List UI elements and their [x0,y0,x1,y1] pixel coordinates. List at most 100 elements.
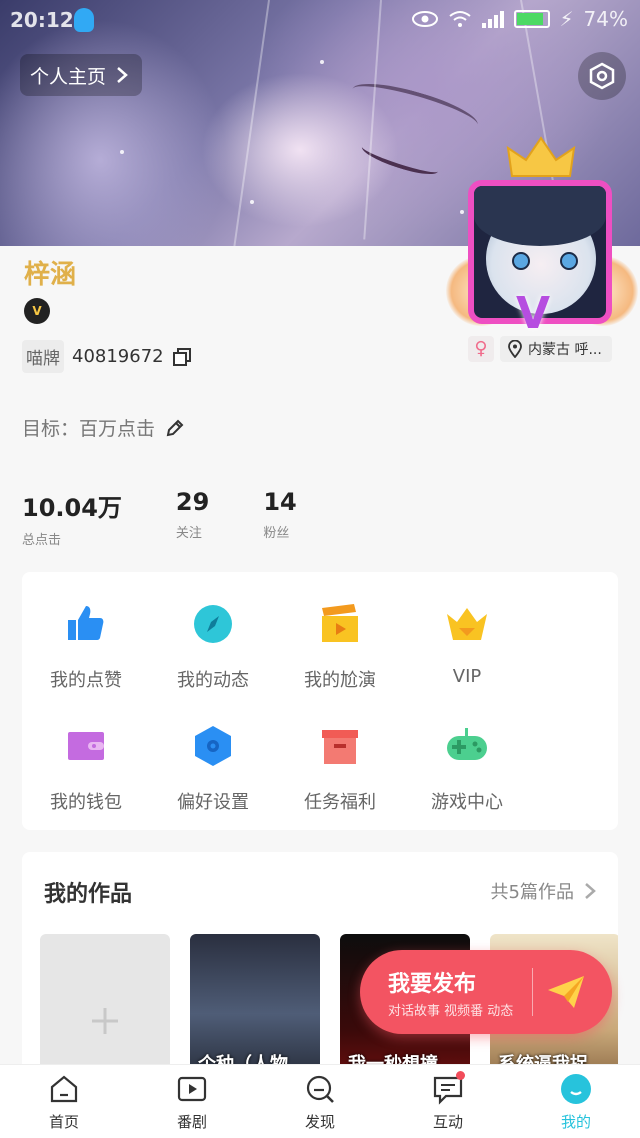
bottom-tab-bar: 首页 番剧 发现 互动 我的 [0,1064,640,1138]
discover-search-icon [306,1075,334,1103]
add-work-button[interactable] [40,934,170,1082]
menu-item-likes[interactable]: 我的点赞 [22,602,150,692]
banner-art-brow [348,74,482,140]
banner-art-flake [120,150,124,154]
chevron-right-icon [585,883,596,899]
stat-total-clicks[interactable]: 10.04万 总点击 [22,488,122,548]
publish-divider [532,968,533,1016]
stats-row: 10.04万 总点击 29 关注 14 粉丝 [22,488,351,548]
publish-button[interactable]: 我要发布 对话故事 视频番 动态 [360,950,612,1034]
menu-item-label: 我的钱包 [50,792,122,813]
work-thumbnail[interactable]: 个种（人物 [190,934,320,1082]
status-bar: 20:12 ⚡ 74% [0,0,640,38]
chevron-right-icon [117,67,128,83]
copy-icon[interactable] [172,347,192,367]
goal-label: 目标： [22,418,80,440]
works-title: 我的作品 [44,882,133,907]
tab-label: 我的 [560,1113,591,1131]
location-pin-icon [508,340,522,358]
location-badge: 内蒙古 呼... [500,336,612,362]
qq-notification-icon [74,8,94,32]
tab-label: 番剧 [176,1113,207,1131]
tab-mine[interactable]: 我的 [512,1065,640,1138]
menu-item-preferences[interactable]: 偏好设置 [149,724,277,814]
personal-home-button[interactable]: 个人主页 [20,54,143,96]
vip-badge[interactable]: V [24,298,50,324]
publish-title: 我要发布 [388,972,477,997]
signal-icon [481,10,504,28]
paper-plane-icon [548,976,584,1008]
menu-item-label: 偏好设置 [177,792,249,813]
stat-value: 14 [263,488,297,516]
gender-badge: ♀ [468,336,494,362]
gift-box-icon [322,730,358,764]
menu-item-label: 我的动态 [177,670,249,691]
charging-icon: ⚡ [559,7,574,31]
tab-label: 首页 [48,1113,79,1131]
thumbs-up-icon [68,606,104,640]
menu-item-vip[interactable]: VIP [403,602,531,687]
works-count: 共5篇作品 [490,882,574,903]
tab-interaction[interactable]: 互动 [384,1065,512,1138]
nickname: 梓涵 [24,260,77,290]
avatar-hair [474,186,606,246]
menu-item-awkward-acting[interactable]: 我的尬演 [276,602,404,692]
avatar[interactable]: V [446,136,638,339]
menu-item-label: 游戏中心 [431,792,503,813]
avatar-eye [560,252,578,270]
menu-item-moments[interactable]: 我的动态 [149,602,277,692]
menu-item-game-center[interactable]: 游戏中心 [403,724,531,814]
tab-home[interactable]: 首页 [0,1065,128,1138]
tab-series[interactable]: 番剧 [128,1065,256,1138]
goal-value: 百万点击 [79,418,156,440]
eye-icon [411,11,438,27]
stat-value: 29 [175,488,210,516]
works-count-link[interactable]: 共5篇作品 [491,878,596,904]
menu-item-wallet[interactable]: 我的钱包 [22,724,150,814]
unread-dot [456,1071,465,1080]
menu-item-label: VIP [452,666,482,687]
tab-discover[interactable]: 发现 [256,1065,384,1138]
stat-value: 10.04万 [22,494,122,522]
gamepad-icon [447,728,487,760]
wifi-icon [448,11,471,27]
tab-label: 互动 [432,1113,463,1131]
menu-item-label: 我的点赞 [50,670,122,691]
function-menu-card: 我的点赞 我的动态 我的尬演 VIP 我的钱包 偏好设置 任务福利 游戏中心 [22,572,618,830]
avatar-eye [512,252,530,270]
stat-following[interactable]: 29 关注 [176,488,209,548]
banner-art-flake [250,200,254,204]
edit-pencil-icon[interactable] [165,418,185,438]
vip-badge-text: V [32,304,42,318]
user-id: 40819672 [72,346,164,367]
publish-subtitle: 对话故事 视频番 动态 [388,1004,514,1019]
battery-percent: 74% [583,7,628,31]
battery-icon [513,10,550,28]
compass-icon [194,605,232,643]
stat-label: 总点击 [22,533,62,548]
wallet-icon [68,732,104,760]
hexagon-settings-icon [195,726,231,766]
stat-label: 粉丝 [263,526,290,541]
crown-icon [447,608,487,640]
menu-item-label: 任务福利 [304,792,376,813]
hexagon-settings-icon [589,62,615,90]
play-box-icon [177,1076,207,1102]
goal-row[interactable]: 目标：百万点击 [22,414,185,441]
personal-home-label: 个人主页 [30,65,107,88]
tab-label: 发现 [304,1113,335,1131]
menu-item-label: 我的尬演 [304,670,376,691]
stat-followers[interactable]: 14 粉丝 [263,488,296,548]
home-icon [50,1075,78,1103]
banner-art-flake [320,60,324,64]
plus-icon [92,1008,118,1034]
stat-label: 关注 [175,526,202,541]
status-time: 20:12 [10,8,74,32]
menu-item-task-rewards[interactable]: 任务福利 [276,724,404,814]
clapperboard-icon [322,604,358,642]
profile-icon [561,1074,591,1104]
vip-v-mark: V [516,288,551,339]
id-tag: 喵牌 [22,340,64,373]
user-id-row: 喵牌 40819672 [22,340,192,373]
settings-button[interactable] [578,52,626,100]
